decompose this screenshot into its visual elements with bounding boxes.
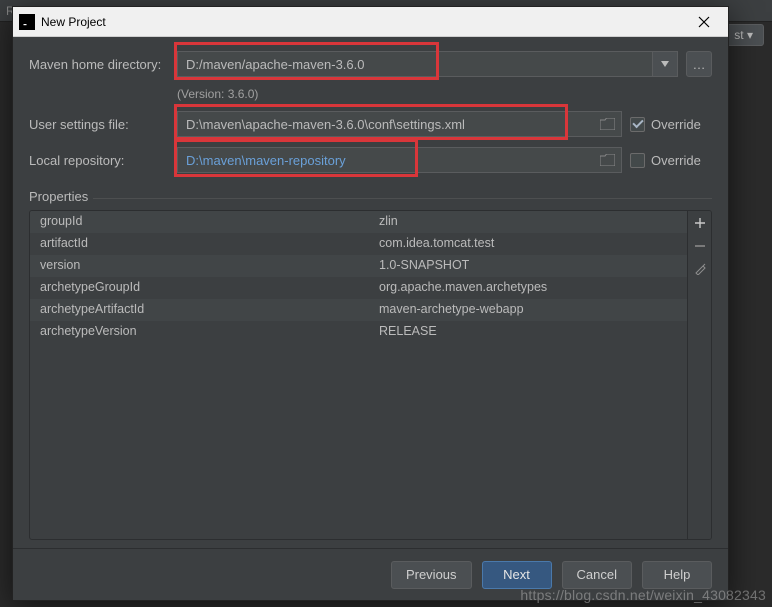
maven-home-browse-button[interactable]: …: [686, 51, 712, 77]
table-row[interactable]: archetypeVersion RELEASE: [30, 321, 687, 343]
titlebar: New Project: [13, 7, 728, 37]
new-project-dialog: New Project Maven home directory: … (Ver…: [12, 6, 729, 601]
maven-version-note: (Version: 3.6.0): [177, 87, 712, 101]
user-settings-input[interactable]: [177, 111, 622, 137]
table-row[interactable]: archetypeArtifactId maven-archetype-weba…: [30, 299, 687, 321]
properties-panel: groupId zlin artifactId com.idea.tomcat.…: [29, 210, 712, 540]
app-icon: [19, 14, 35, 30]
override-label-1: Override: [651, 117, 701, 132]
dialog-content: Maven home directory: … (Version: 3.6.0)…: [13, 37, 728, 548]
remove-icon[interactable]: [694, 240, 706, 255]
override-local-repo-checkbox[interactable]: [630, 153, 645, 168]
help-button[interactable]: Help: [642, 561, 712, 589]
table-row[interactable]: artifactId com.idea.tomcat.test: [30, 233, 687, 255]
cancel-button[interactable]: Cancel: [562, 561, 632, 589]
edit-icon[interactable]: [694, 263, 706, 278]
maven-home-input[interactable]: [177, 51, 678, 77]
previous-button[interactable]: Previous: [391, 561, 472, 589]
table-row[interactable]: archetypeGroupId org.apache.maven.archet…: [30, 277, 687, 299]
user-settings-label: User settings file:: [29, 117, 169, 132]
local-repo-input[interactable]: [177, 147, 622, 173]
properties-section: Properties groupId zlin artifactId com.i…: [29, 189, 712, 540]
ellipsis-icon: …: [693, 57, 706, 72]
folder-icon[interactable]: [598, 153, 616, 167]
table-row[interactable]: version 1.0-SNAPSHOT: [30, 255, 687, 277]
dialog-title: New Project: [41, 15, 684, 29]
add-icon[interactable]: [694, 217, 706, 232]
row-user-settings: User settings file: Override: [29, 111, 712, 137]
local-repo-label: Local repository:: [29, 153, 169, 168]
close-icon[interactable]: [684, 8, 724, 36]
properties-toolbar: [687, 211, 711, 539]
background-dropdown[interactable]: st ▾: [723, 24, 764, 46]
folder-icon[interactable]: [598, 117, 616, 131]
row-local-repo: Local repository: Override: [29, 147, 712, 173]
properties-table[interactable]: groupId zlin artifactId com.idea.tomcat.…: [30, 211, 687, 539]
next-button[interactable]: Next: [482, 561, 552, 589]
override-user-settings-checkbox[interactable]: [630, 117, 645, 132]
dialog-button-bar: Previous Next Cancel Help: [13, 548, 728, 600]
override-label-2: Override: [651, 153, 701, 168]
row-maven-home: Maven home directory: …: [29, 51, 712, 77]
maven-home-label: Maven home directory:: [29, 57, 169, 72]
properties-label: Properties: [29, 189, 712, 206]
table-row[interactable]: groupId zlin: [30, 211, 687, 233]
override-user-settings[interactable]: Override: [630, 117, 712, 132]
override-local-repo[interactable]: Override: [630, 153, 712, 168]
maven-home-dropdown[interactable]: [652, 51, 678, 77]
